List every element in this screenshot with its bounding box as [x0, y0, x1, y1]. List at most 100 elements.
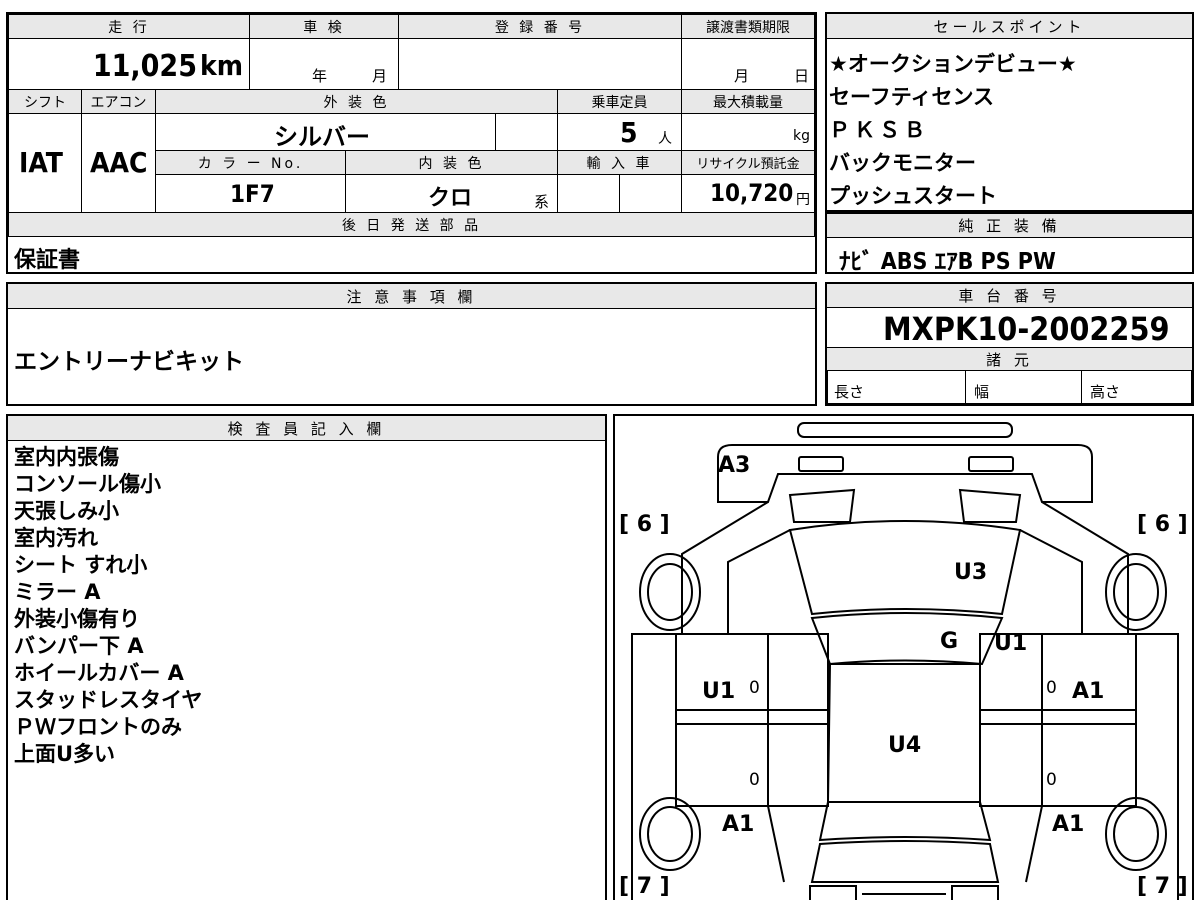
seats-unit: 人: [658, 131, 672, 147]
interior-suffix: 系: [534, 193, 550, 211]
aircon-value: AAC: [90, 146, 148, 179]
sales-point-item: セーフティセンス: [829, 85, 995, 109]
damage-label-a1-right: A1: [1072, 679, 1105, 704]
inspector-item: バンパー下 A: [14, 634, 144, 658]
recycle-unit: 円: [796, 192, 810, 208]
color-no-value: 1F7: [230, 180, 275, 208]
load-cell: kg: [681, 113, 815, 151]
color-no-cell: 1F7: [155, 174, 346, 213]
damage-label-u1-left: U1: [702, 679, 736, 704]
inspector-item: 外装小傷有り: [14, 607, 140, 631]
chassis-header: 車 台 番 号: [827, 284, 1192, 308]
sales-points-list: ★オークションデビュー★ セーフティセンス ＰＫＳＢ バックモニター プッシュス…: [829, 48, 1077, 213]
panel-zero-mark: 0: [1046, 770, 1057, 790]
vehicle-info-grid: 走 行 車 検 登 録 番 号 譲渡書類期限 11,025 km 年 月 月 日…: [6, 12, 817, 274]
registration-cell: [398, 38, 682, 90]
inspection-month-label: 月: [372, 67, 388, 85]
distance-unit: km: [200, 49, 243, 82]
interior-value: クロ: [428, 186, 473, 211]
seats-cell: 5 人: [557, 113, 682, 151]
interior-cell: クロ 系: [345, 174, 558, 213]
inspection-year-label: 年: [312, 67, 328, 85]
header-shift: シフト: [8, 89, 82, 114]
damage-label-u1-top: U1: [994, 631, 1028, 656]
inspector-item: コンソール傷小: [14, 472, 161, 496]
inspector-list: 室内内張傷 コンソール傷小 天張しみ小 室内汚れ シート すれ小 ミラー A 外…: [14, 444, 202, 768]
equipment-value: ﾅﾋﾞ ABS ｴｱB PS PW: [839, 249, 1056, 275]
panel-zero-mark: 0: [749, 678, 760, 698]
spec-height-cell: 高さ: [1081, 370, 1192, 404]
header-import: 輸 入 車: [557, 150, 682, 175]
header-exterior-color: 外 装 色: [155, 89, 558, 114]
header-later-parts: 後 日 発 送 部 品: [8, 212, 815, 237]
chassis-box: 車 台 番 号 MXPK10-2002259 諸 元 長さ 幅 高さ: [825, 282, 1194, 406]
header-registration: 登 録 番 号: [398, 14, 682, 39]
inspector-item: 上面U多い: [14, 742, 116, 766]
sales-point-item: バックモニター: [829, 151, 976, 175]
header-color-no: カ ラ ー No.: [155, 150, 346, 175]
recycle-cell: 10,720 円: [681, 174, 815, 213]
panel-zero-mark: 0: [1046, 678, 1057, 698]
inspector-box: 検 査 員 記 入 欄 室内内張傷 コンソール傷小 天張しみ小 室内汚れ シート…: [6, 414, 607, 900]
sales-points-box: セールスポイント ★オークションデビュー★ セーフティセンス ＰＫＳＢ バックモ…: [825, 12, 1194, 212]
bracket-label-top-right: [ 6 ]: [1137, 512, 1188, 537]
notes-header: 注 意 事 項 欄: [8, 284, 815, 309]
sales-points-header: セールスポイント: [827, 14, 1192, 39]
spec-length-label: 長さ: [834, 383, 865, 401]
header-seats: 乗車定員: [557, 89, 682, 114]
bracket-label-top-left: [ 6 ]: [619, 512, 670, 537]
transfer-month-label: 月: [734, 67, 750, 85]
inspector-item: ミラー A: [14, 580, 101, 604]
header-distance: 走 行: [8, 14, 250, 39]
damage-label-u3: U3: [954, 560, 988, 585]
car-outline-diagram: [631, 422, 1179, 900]
aircon-cell: AAC: [81, 113, 156, 213]
spec-height-label: 高さ: [1090, 383, 1121, 401]
header-aircon: エアコン: [81, 89, 156, 114]
inspector-item: シート すれ小: [14, 553, 148, 577]
damage-label-a3: A3: [718, 453, 751, 478]
later-parts-value: 保証書: [14, 248, 81, 273]
bracket-label-bottom-left: [ 7 ]: [619, 874, 670, 899]
spec-width-label: 幅: [974, 383, 990, 401]
spec-width-cell: 幅: [965, 370, 1082, 404]
notes-value: エントリーナビキット: [14, 349, 244, 375]
damage-label-a1-bottom-left: A1: [722, 812, 755, 837]
inspector-header: 検 査 員 記 入 欄: [8, 416, 605, 441]
header-max-load: 最大積載量: [681, 89, 815, 114]
car-diagram-box: A3 U3 G U1 U1 A1 U4 A1 A1 [ 6 ] [ 6 ] [ …: [613, 414, 1194, 900]
sales-point-item: プッシュスタート: [829, 184, 997, 208]
exterior-value: シルバー: [274, 123, 370, 151]
specs-header: 諸 元: [827, 347, 1192, 371]
header-transfer-deadline: 譲渡書類期限: [681, 14, 815, 39]
inspector-item: 室内汚れ: [14, 526, 98, 550]
shift-value: IAT: [19, 146, 63, 179]
inspector-item: スタッドレスタイヤ: [14, 688, 203, 712]
distance-cell: 11,025 km: [8, 38, 250, 90]
damage-label-a1-bottom-right: A1: [1052, 812, 1085, 837]
equipment-header: 純 正 装 備: [827, 214, 1192, 238]
sales-point-item: ★オークションデビュー★: [829, 52, 1077, 76]
inspector-item: 室内内張傷: [14, 445, 119, 469]
spec-length-cell: 長さ: [827, 370, 966, 404]
import-cell-2: [619, 174, 682, 213]
header-inspection: 車 検: [249, 14, 399, 39]
bracket-label-bottom-right: [ 7 ]: [1137, 874, 1188, 899]
inspector-item: ＰＷフロントのみ: [14, 715, 182, 739]
inspection-cell: 年 月: [249, 38, 399, 90]
header-interior-color: 内 装 色: [345, 150, 558, 175]
damage-label-g: G: [940, 629, 959, 654]
panel-zero-mark: 0: [749, 770, 760, 790]
shift-cell: IAT: [8, 113, 82, 213]
inspector-item: ホイールカバー A: [14, 661, 184, 685]
exterior-extra-cell: [495, 113, 558, 151]
load-unit: kg: [793, 128, 810, 144]
transfer-day-label: 日: [794, 67, 810, 85]
sales-point-item: ＰＫＳＢ: [829, 118, 929, 142]
transfer-cell: 月 日: [681, 38, 815, 90]
notes-box: 注 意 事 項 欄 エントリーナビキット: [6, 282, 817, 406]
distance-value: 11,025: [92, 49, 197, 84]
exterior-cell: シルバー: [155, 113, 496, 151]
damage-label-u4: U4: [888, 733, 922, 758]
seats-value: 5: [620, 116, 638, 149]
